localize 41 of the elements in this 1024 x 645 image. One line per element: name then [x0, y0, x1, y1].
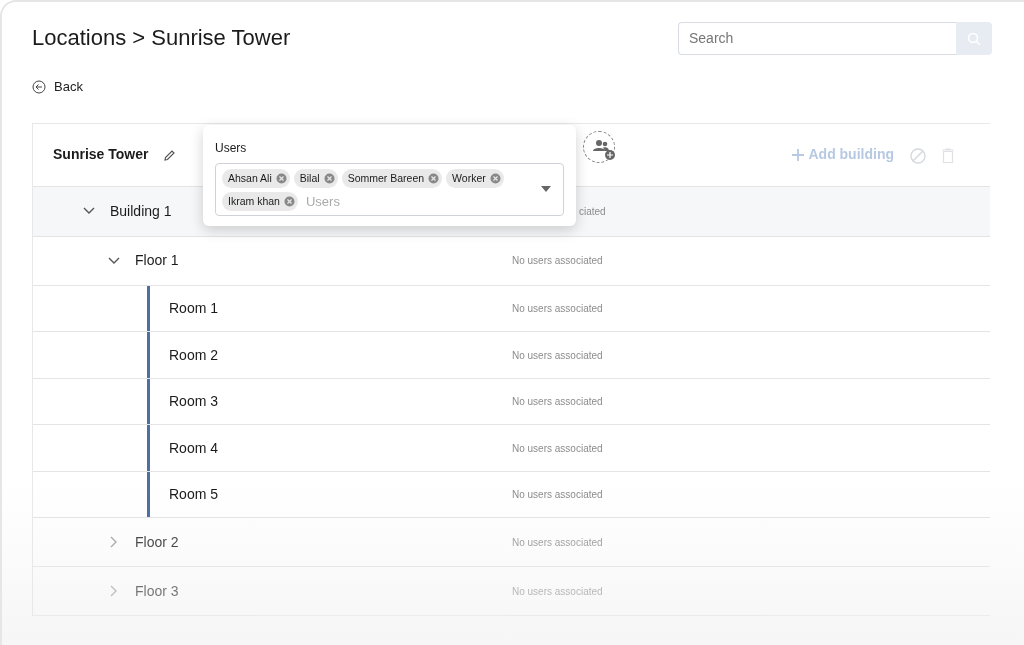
remove-icon[interactable]	[283, 196, 295, 208]
search-field[interactable]: Search	[678, 22, 956, 55]
user-chip[interactable]: Sommer Bareen	[341, 169, 443, 188]
users-select[interactable]: Ahsan Ali Bilal Sommer Bareen Worker Ikram khan Users	[215, 163, 564, 216]
floor-name: Floor 2	[135, 532, 179, 552]
floor-name: Floor 3	[135, 581, 179, 601]
user-chip[interactable]: Bilal	[293, 169, 338, 188]
remove-icon[interactable]	[489, 173, 501, 184]
users-status: No users associated	[512, 302, 603, 316]
trash-icon	[942, 148, 954, 163]
users-status: No users associated	[512, 535, 603, 550]
users-status: No users associated	[512, 584, 603, 599]
users-status: No users associated	[512, 254, 603, 269]
user-chip[interactable]: Worker	[446, 169, 504, 188]
floor-name: Floor 1	[135, 251, 179, 271]
location-name: Sunrise Tower	[53, 145, 149, 165]
plus-icon	[792, 148, 805, 161]
add-user-button[interactable]	[583, 131, 615, 163]
users-status: No users associated	[512, 395, 603, 409]
remove-icon[interactable]	[323, 173, 335, 184]
users-status: ciated	[579, 204, 606, 219]
room-name: Room 3	[169, 392, 219, 411]
room-name: Room 5	[169, 485, 219, 504]
remove-icon[interactable]	[275, 173, 287, 184]
remove-icon[interactable]	[428, 173, 440, 184]
back-link[interactable]: Back	[32, 77, 83, 97]
building-name: Building 1	[110, 201, 172, 221]
user-chip[interactable]: Ikram khan	[222, 192, 298, 212]
users-label: Users	[215, 140, 248, 157]
user-chip[interactable]: Ahsan Ali	[222, 169, 290, 188]
users-status: No users associated	[512, 348, 603, 363]
pencil-icon	[164, 150, 176, 161]
room-name: Room 2	[169, 345, 219, 365]
users-status: No users associated	[512, 441, 603, 456]
dropdown-caret-icon	[541, 186, 551, 192]
users-status: No users associated	[512, 488, 603, 502]
room-name: Room 4	[169, 438, 219, 458]
search-icon	[967, 32, 981, 47]
ban-icon	[910, 147, 926, 164]
room-name: Room 1	[169, 299, 219, 318]
page-title: Locations > Sunrise Tower	[32, 25, 292, 52]
